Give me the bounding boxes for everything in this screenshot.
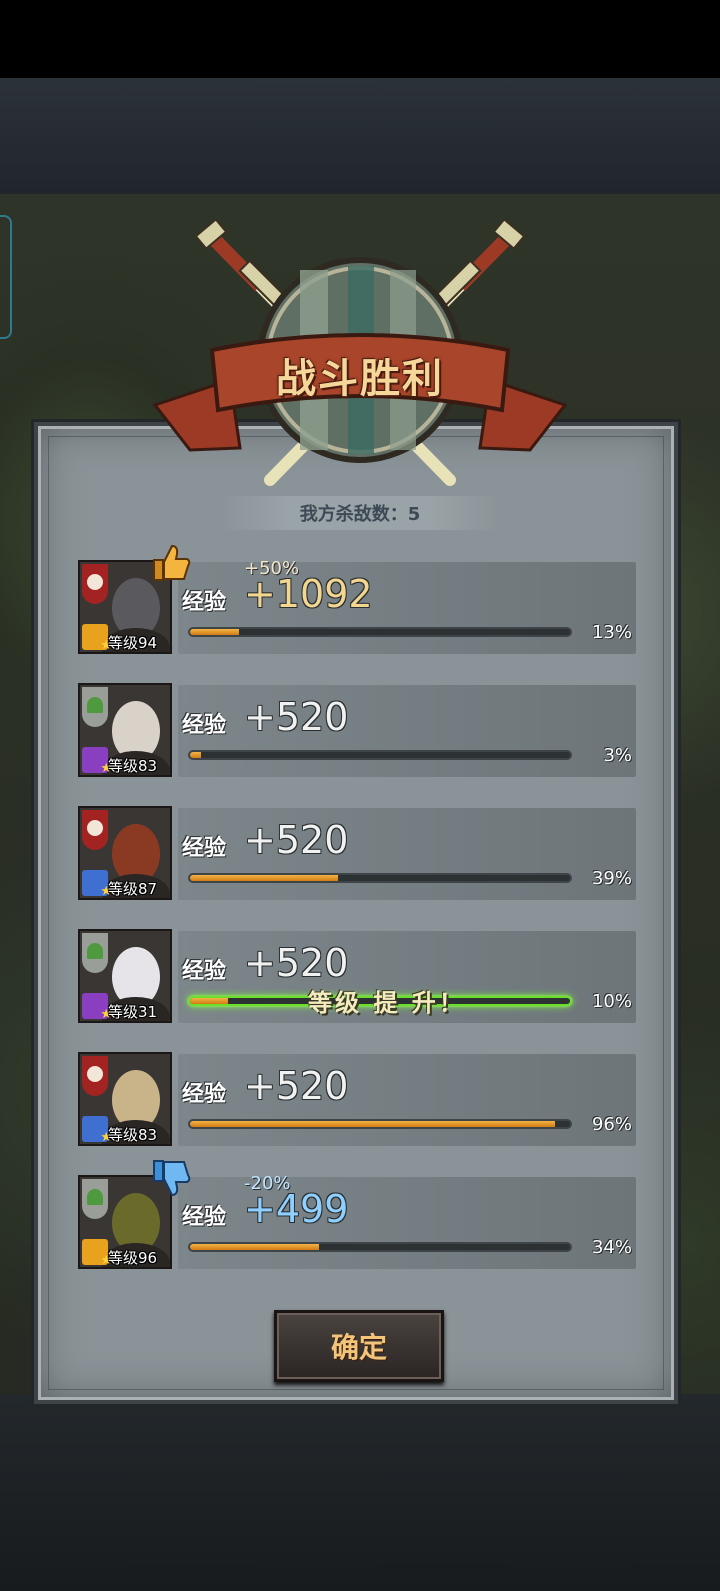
exp-gained: +520 [244,695,349,739]
exp-progress-bar [188,1242,572,1252]
hero-row: ★ 等级96 经验 -20% +499 34% [78,1160,636,1271]
hero-row: ★ 等级94 经验 +50% +1092 13% [78,544,636,656]
exp-label: 经验 [182,713,227,738]
exp-progress-fill [190,629,240,635]
exp-percent: 10% [591,991,632,1012]
exp-progress-fill [190,752,202,758]
class-icon: ★ [82,1239,112,1267]
hero-portrait[interactable]: ★ 等级31 [78,929,172,1023]
hero-level: 等级83 [108,757,158,775]
hero-row: ★ 等级83 经验 +520 3% [78,683,636,779]
side-tab[interactable] [0,215,12,339]
class-icon: ★ [82,1116,112,1144]
status-bar [0,0,720,78]
class-icon: ★ [82,747,112,775]
hero-row: ★ 等级83 经验 +520 96% [78,1052,636,1148]
exp-gained: +520 [244,818,349,862]
exp-gained: +1092 [244,572,373,616]
exp-progress-fill [190,1244,320,1250]
bottom-band [0,1394,720,1591]
exp-label: 经验 [182,836,227,861]
hero-level: 等级94 [108,634,158,652]
hero-level: 等级83 [108,1126,158,1144]
exp-progress-fill [190,998,228,1004]
faction-flag-icon [82,564,108,604]
exp-progress-bar [188,1119,572,1129]
exp-label: 经验 [182,1082,227,1107]
confirm-button[interactable]: 确定 [274,1310,444,1382]
faction-flag-icon [82,810,108,850]
thumbs-up-icon [153,544,191,581]
faction-flag-icon [82,1056,108,1096]
hero-portrait[interactable]: ★ 等级83 [78,683,172,777]
exp-label: 经验 [182,959,227,984]
exp-progress-bar [188,627,572,637]
hero-row: ★ 等级87 经验 +520 39% [78,806,636,902]
kills-count: 我方杀敌数：5 [220,496,500,530]
exp-progress-fill [190,1121,555,1127]
faction-flag-icon [82,933,108,973]
exp-gained: +520 [244,1064,349,1108]
hero-level: 等级96 [108,1249,158,1267]
level-up-text: 等级 提 升！ [308,989,466,1017]
exp-label: 经验 [182,590,227,615]
thumbs-down-icon [153,1160,191,1197]
hero-portrait[interactable]: ★ 等级87 [78,806,172,900]
victory-title: 战斗胜利 [276,356,444,402]
exp-gained: +499 [244,1187,349,1231]
exp-progress-bar [188,873,572,883]
faction-flag-icon [82,1179,108,1219]
hero-row: ★ 等级31 经验 +520 等级 提 升！ 10% [78,929,636,1025]
exp-label: 经验 [182,1205,227,1230]
exp-percent: 34% [591,1237,632,1258]
exp-percent: 39% [591,868,632,889]
exp-percent: 3% [603,745,632,766]
class-icon: ★ [82,624,112,652]
exp-percent: 13% [591,622,632,643]
header-band [0,78,720,196]
exp-percent: 96% [591,1114,632,1135]
exp-gained: +520 [244,941,349,985]
hero-portrait[interactable]: ★ 等级83 [78,1052,172,1146]
hero-level: 等级31 [108,1003,158,1021]
exp-progress-fill [190,875,339,881]
exp-progress-bar [188,750,572,760]
hero-level: 等级87 [108,880,158,898]
class-icon: ★ [82,993,112,1021]
class-icon: ★ [82,870,112,898]
faction-flag-icon [82,687,108,727]
